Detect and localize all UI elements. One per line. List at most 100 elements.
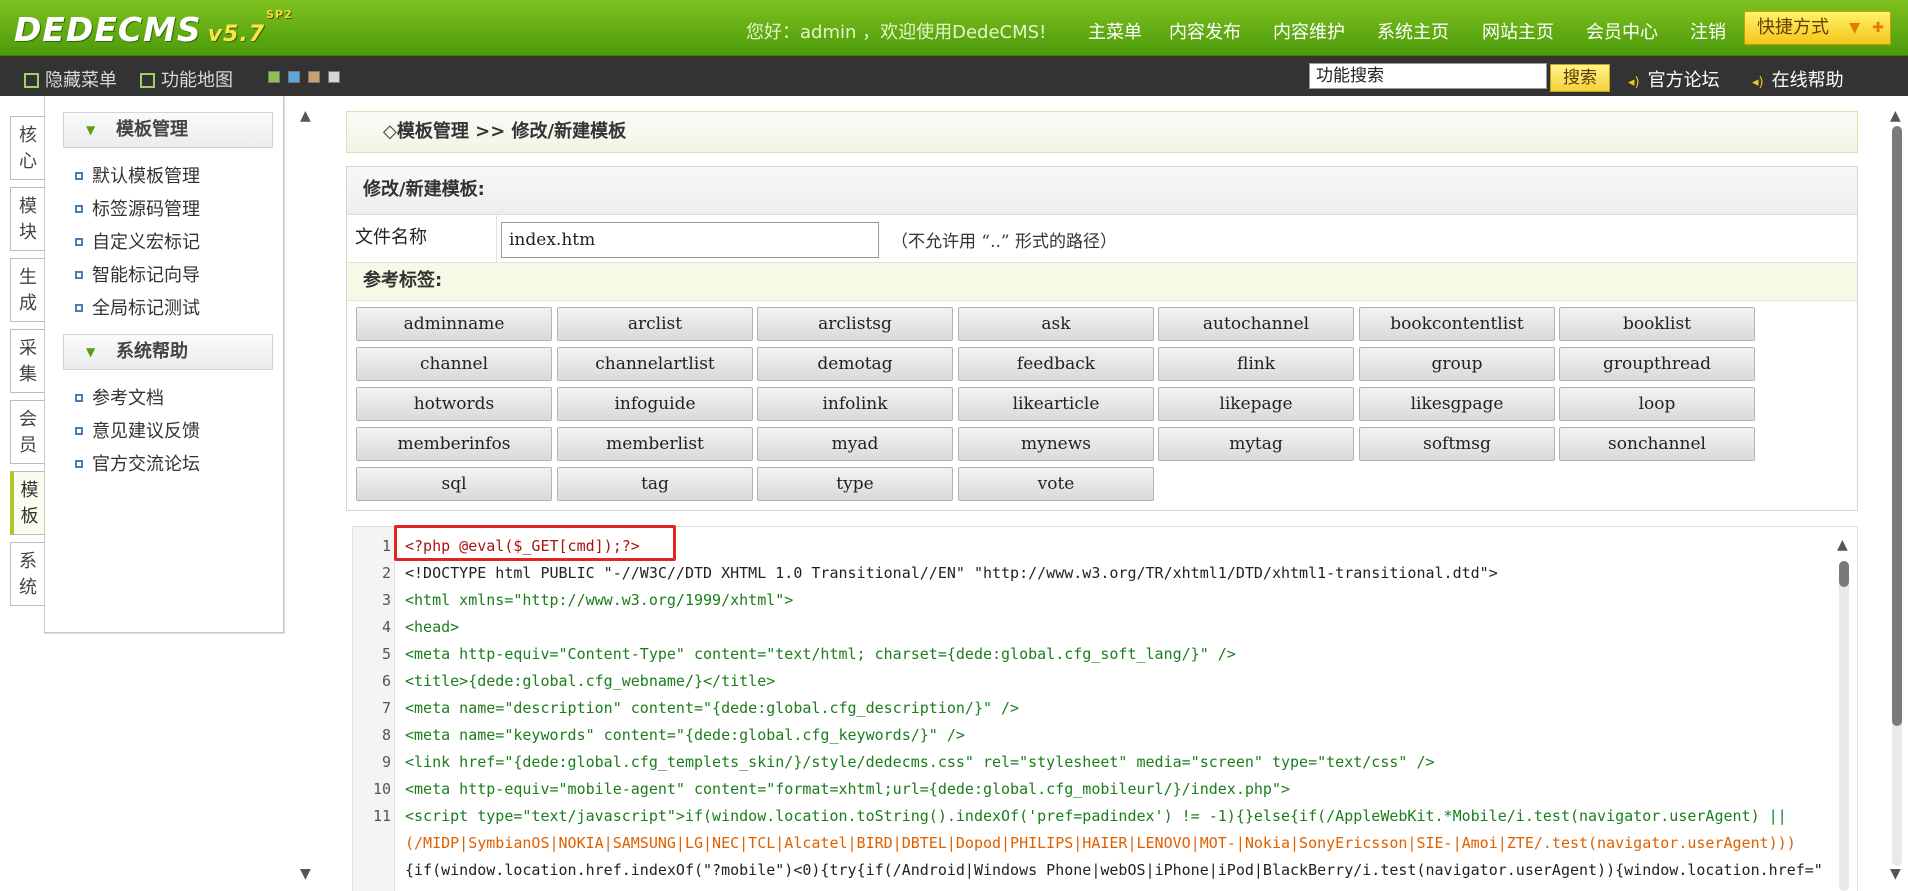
- tag-button[interactable]: group: [1359, 347, 1555, 381]
- nav-website-home[interactable]: 网站主页: [1482, 18, 1554, 44]
- main-scrollbar-thumb[interactable]: [1892, 126, 1902, 726]
- function-search-input[interactable]: 功能搜索: [1309, 63, 1547, 89]
- main-scroll-up-icon[interactable]: ▲: [1890, 108, 1901, 124]
- dedecms-logo[interactable]: DEDECMS v5.7 SP2: [14, 8, 292, 49]
- sidebar-item-global-tag-test[interactable]: 全局标记测试: [75, 294, 200, 320]
- tag-button[interactable]: ask: [958, 307, 1154, 341]
- theme-swatch-brown[interactable]: [308, 71, 320, 83]
- theme-swatch-blue[interactable]: [288, 71, 300, 83]
- hide-menu-button[interactable]: 隐藏菜单: [24, 66, 117, 92]
- nav-member-center[interactable]: 会员中心: [1586, 18, 1658, 44]
- tag-button[interactable]: arclist: [557, 307, 753, 341]
- search-button[interactable]: 搜索: [1550, 64, 1610, 92]
- nav-logout[interactable]: 注销: [1690, 18, 1726, 44]
- vtab-template[interactable]: 模板: [10, 471, 45, 535]
- sidebar-item-default-templates[interactable]: 默认模板管理: [75, 162, 200, 188]
- sidebar-item-reference-docs[interactable]: 参考文档: [75, 384, 164, 410]
- caret-down-icon: ▼: [86, 345, 96, 359]
- editor-scrollbar[interactable]: [1839, 561, 1849, 891]
- tag-button[interactable]: infoguide: [557, 387, 753, 421]
- tag-button[interactable]: likepage: [1158, 387, 1354, 421]
- main-scrollbar[interactable]: [1892, 126, 1902, 866]
- vtab-system[interactable]: 系统: [10, 542, 45, 606]
- menu-section-system-help[interactable]: ▼ 系统帮助: [63, 334, 273, 370]
- line-number: 5: [381, 645, 391, 663]
- code-line: <meta http-equiv="mobile-agent" content=…: [405, 780, 1291, 798]
- nav-main-menu[interactable]: 主菜单: [1088, 18, 1142, 44]
- tag-button[interactable]: booklist: [1559, 307, 1755, 341]
- tag-button[interactable]: tag: [557, 467, 753, 501]
- template-code-editor[interactable]: 1 2 3 4 5 6 7 8 9 10 11 <?php @eval($_GE…: [352, 526, 1858, 891]
- tag-button[interactable]: sonchannel: [1559, 427, 1755, 461]
- tag-button[interactable]: loop: [1559, 387, 1755, 421]
- toolbar: 隐藏菜单 功能地图 ◂) 官方论坛 ◂) 在线帮助: [0, 56, 1908, 96]
- tag-button[interactable]: likesgpage: [1359, 387, 1555, 421]
- filename-input[interactable]: index.htm: [501, 222, 879, 258]
- official-forum-link[interactable]: ◂) 官方论坛: [1628, 66, 1720, 92]
- tag-button[interactable]: groupthread: [1559, 347, 1755, 381]
- tag-button[interactable]: flink: [1158, 347, 1354, 381]
- tag-button[interactable]: bookcontentlist: [1359, 307, 1555, 341]
- tag-button[interactable]: hotwords: [356, 387, 552, 421]
- bullet-icon: [75, 394, 83, 402]
- main-scroll-down-icon[interactable]: ▼: [1890, 866, 1901, 882]
- sidebar-item-feedback[interactable]: 意见建议反馈: [75, 417, 200, 443]
- vtab-module[interactable]: 模块: [10, 187, 45, 251]
- nav-content-publish[interactable]: 内容发布: [1169, 18, 1241, 44]
- frame-scroll-up-icon[interactable]: ▲: [300, 108, 311, 124]
- tag-button[interactable]: softmsg: [1359, 427, 1555, 461]
- tag-button[interactable]: memberlist: [557, 427, 753, 461]
- sidebar-item-custom-macro[interactable]: 自定义宏标记: [75, 228, 200, 254]
- editor-scrollbar-thumb[interactable]: [1839, 561, 1849, 587]
- code-line: <head>: [405, 618, 460, 636]
- online-help-link[interactable]: ◂) 在线帮助: [1752, 66, 1844, 92]
- tag-button[interactable]: sql: [356, 467, 552, 501]
- tag-button[interactable]: type: [757, 467, 953, 501]
- tag-button[interactable]: adminname: [356, 307, 552, 341]
- tag-button[interactable]: memberinfos: [356, 427, 552, 461]
- vtab-collect[interactable]: 采集: [10, 329, 45, 393]
- vtab-member[interactable]: 会员: [10, 400, 45, 464]
- theme-swatch-gray[interactable]: [328, 71, 340, 83]
- chevron-down-icon: ▼: [1849, 20, 1860, 36]
- tag-button[interactable]: vote: [958, 467, 1154, 501]
- tag-button[interactable]: myad: [757, 427, 953, 461]
- vtab-core[interactable]: 核心: [10, 116, 45, 180]
- signal-icon: ◂): [1628, 75, 1640, 90]
- code-line: <script type="text/javascript">if(window…: [405, 807, 1787, 825]
- tag-button[interactable]: infolink: [757, 387, 953, 421]
- code-line: <!DOCTYPE html PUBLIC "-//W3C//DTD XHTML…: [405, 564, 1498, 582]
- tag-button[interactable]: channelartlist: [557, 347, 753, 381]
- vtab-generate[interactable]: 生成: [10, 258, 45, 322]
- tag-button[interactable]: autochannel: [1158, 307, 1354, 341]
- plus-icon: ✚: [1872, 20, 1884, 36]
- highlight-annotation-box: [394, 525, 676, 561]
- bullet-icon: [75, 460, 83, 468]
- tag-button[interactable]: channel: [356, 347, 552, 381]
- line-number: 1: [381, 537, 391, 555]
- line-number: 6: [381, 672, 391, 690]
- tag-button[interactable]: demotag: [757, 347, 953, 381]
- frame-scroll-down-icon[interactable]: ▼: [300, 866, 311, 882]
- tag-button[interactable]: likearticle: [958, 387, 1154, 421]
- sidebar-item-tag-source[interactable]: 标签源码管理: [75, 195, 200, 221]
- tag-button[interactable]: arclistsg: [757, 307, 953, 341]
- code-line-wrapped: (/MIDP|SymbianOS|NOKIA|SAMSUNG|LG|NEC|TC…: [405, 834, 1796, 852]
- line-number-gutter: 1 2 3 4 5 6 7 8 9 10 11: [353, 527, 395, 891]
- sidebar-item-official-forum[interactable]: 官方交流论坛: [75, 450, 200, 476]
- function-map-button[interactable]: 功能地图: [140, 66, 233, 92]
- sidebar-item-smart-tag-wizard[interactable]: 智能标记向导: [75, 261, 200, 287]
- nav-system-home[interactable]: 系统主页: [1377, 18, 1449, 44]
- theme-swatch-green[interactable]: [268, 71, 280, 83]
- filename-label: 文件名称: [347, 215, 497, 263]
- bullet-icon: [75, 172, 83, 180]
- nav-content-maintain[interactable]: 内容维护: [1273, 18, 1345, 44]
- editor-scroll-up-icon[interactable]: ▲: [1837, 537, 1848, 553]
- quick-access-button[interactable]: 快捷方式 ▼ ✚: [1744, 11, 1891, 45]
- tag-button[interactable]: feedback: [958, 347, 1154, 381]
- tag-button[interactable]: mytag: [1158, 427, 1354, 461]
- bullet-icon: [75, 304, 83, 312]
- menu-section-template-mgmt[interactable]: ▼ 模板管理: [63, 112, 273, 148]
- tag-button[interactable]: mynews: [958, 427, 1154, 461]
- line-number: 3: [381, 591, 391, 609]
